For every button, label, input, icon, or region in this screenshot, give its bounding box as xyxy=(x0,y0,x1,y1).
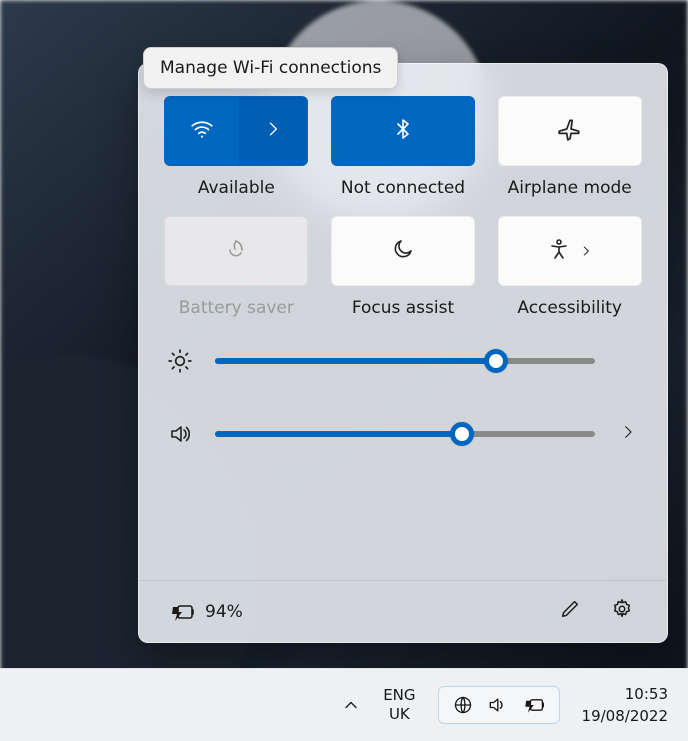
chevron-right-icon xyxy=(579,244,593,258)
wifi-label: Available xyxy=(198,178,275,198)
volume-icon xyxy=(487,695,507,715)
wifi-icon xyxy=(189,116,215,146)
brightness-thumb[interactable] xyxy=(484,349,508,373)
clock-button[interactable]: 10:53 19/08/2022 xyxy=(582,683,668,728)
focus-assist-label: Focus assist xyxy=(352,298,454,318)
network-icon xyxy=(453,695,473,715)
volume-slider[interactable] xyxy=(215,431,595,437)
language-button[interactable]: ENG UK xyxy=(383,686,415,724)
airplane-icon xyxy=(557,116,583,146)
battery-saver-tile xyxy=(164,216,308,286)
bluetooth-tile[interactable] xyxy=(331,96,475,166)
battery-percent: 94% xyxy=(205,602,243,622)
quick-settings-footer: 94% xyxy=(139,580,667,642)
volume-row xyxy=(167,422,639,446)
accessibility-icon xyxy=(547,237,571,265)
bluetooth-icon xyxy=(391,117,415,145)
settings-button[interactable] xyxy=(605,592,639,631)
battery-charging-icon[interactable] xyxy=(167,601,195,623)
pencil-icon xyxy=(559,598,581,625)
chevron-right-icon xyxy=(263,119,283,143)
airplane-mode-label: Airplane mode xyxy=(508,178,632,198)
chevron-up-icon xyxy=(341,695,361,715)
language-bottom: UK xyxy=(383,705,415,724)
taskbar-date: 19/08/2022 xyxy=(582,705,668,728)
battery-saver-label: Battery saver xyxy=(179,298,294,318)
volume-flyout-button[interactable] xyxy=(617,423,639,445)
edit-quick-settings-button[interactable] xyxy=(553,592,587,631)
battery-icon xyxy=(521,695,545,715)
wifi-tile[interactable] xyxy=(164,96,308,166)
wifi-expand-button[interactable] xyxy=(239,97,307,165)
moon-icon xyxy=(391,237,415,265)
chevron-right-icon xyxy=(619,423,637,445)
brightness-icon xyxy=(167,348,193,374)
wifi-toggle[interactable] xyxy=(165,116,239,146)
taskbar-time: 10:53 xyxy=(582,683,668,706)
volume-icon xyxy=(167,422,193,446)
taskbar: ENG UK 10:53 19/08/2022 xyxy=(0,668,688,741)
brightness-slider[interactable] xyxy=(215,358,595,364)
bluetooth-label: Not connected xyxy=(341,178,465,198)
brightness-row xyxy=(167,348,639,374)
hidden-icons-button[interactable] xyxy=(341,695,361,715)
system-tray-group[interactable] xyxy=(438,686,560,724)
quick-tiles-grid: Available Not connected Airplane mode xyxy=(139,64,667,326)
gear-icon xyxy=(611,598,633,625)
battery-saver-icon xyxy=(222,237,250,265)
volume-thumb[interactable] xyxy=(450,422,474,446)
accessibility-label: Accessibility xyxy=(517,298,622,318)
language-top: ENG xyxy=(383,686,415,705)
focus-assist-tile[interactable] xyxy=(331,216,475,286)
wifi-tooltip: Manage Wi-Fi connections xyxy=(143,47,398,89)
airplane-mode-tile[interactable] xyxy=(498,96,642,166)
accessibility-toggle[interactable] xyxy=(499,237,641,265)
quick-settings-panel: Available Not connected Airplane mode xyxy=(138,63,668,643)
accessibility-tile[interactable] xyxy=(498,216,642,286)
